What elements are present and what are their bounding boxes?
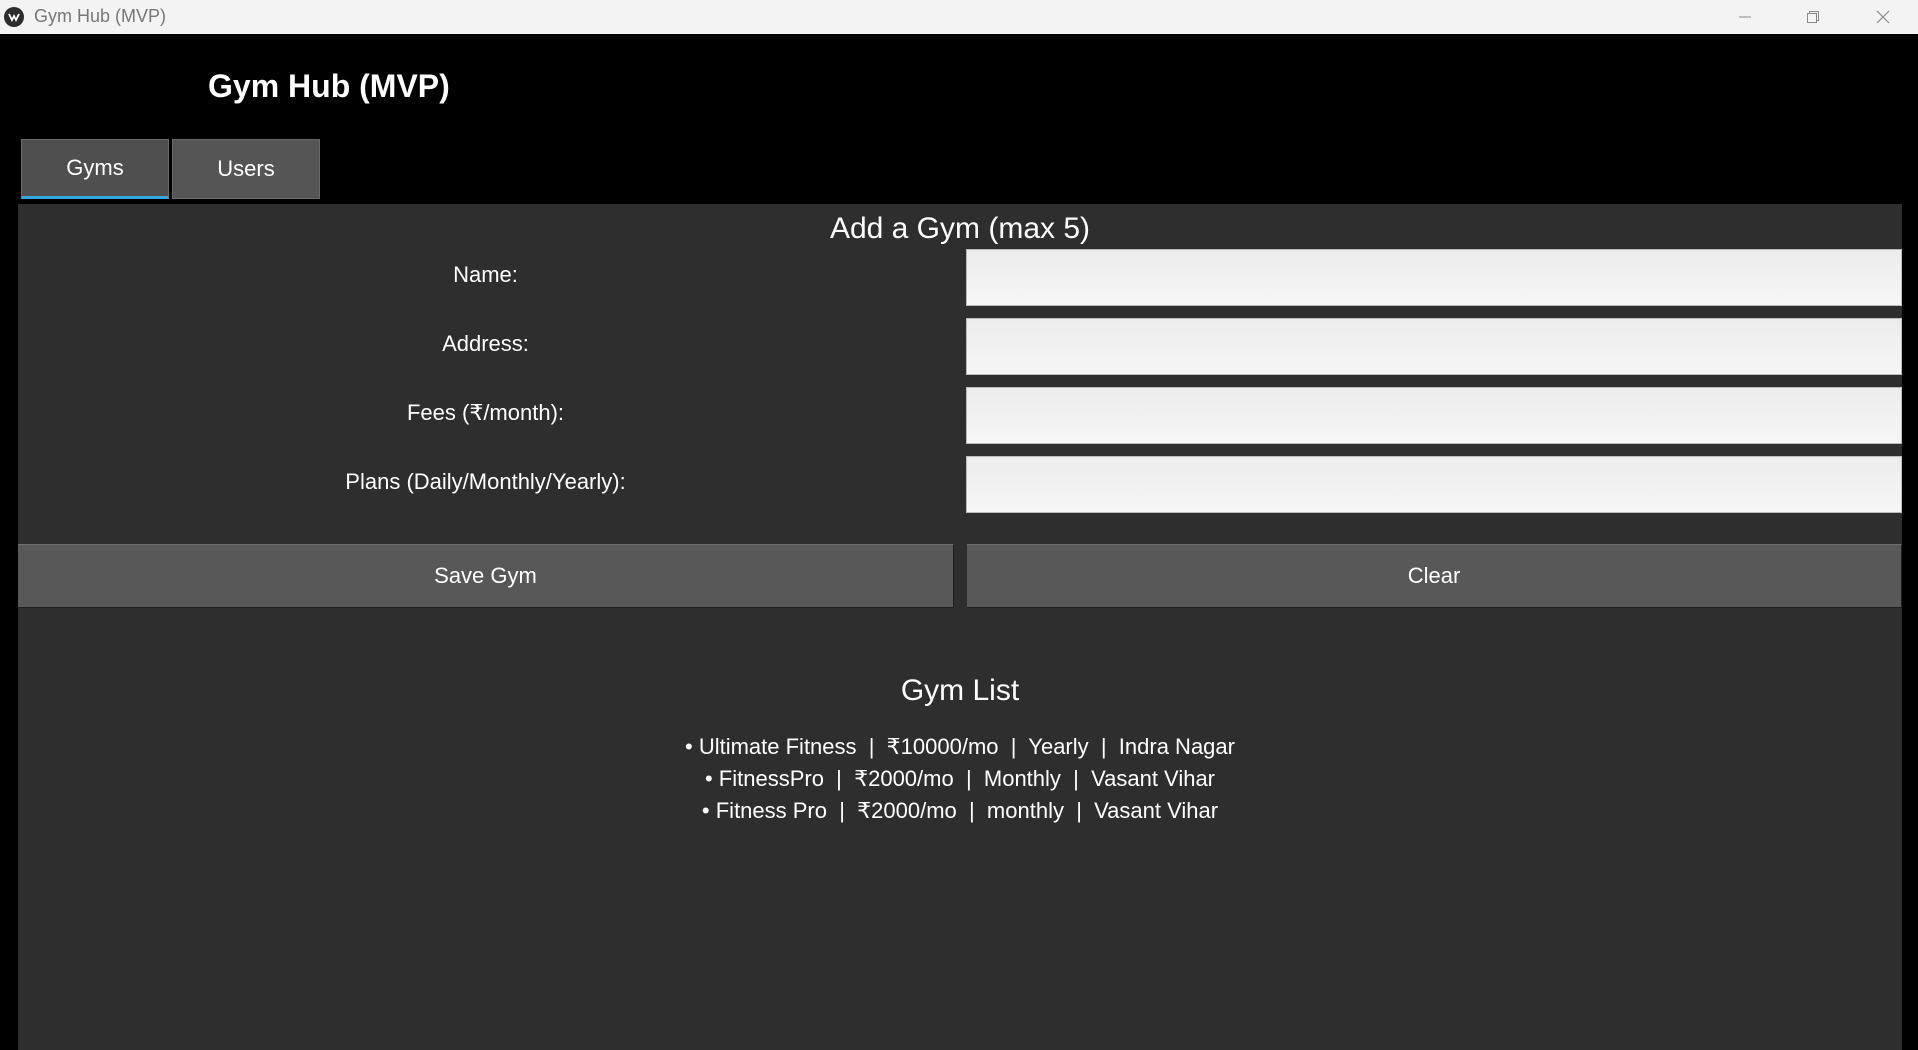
list-item: • Fitness Pro | ₹2000/mo | monthly | Vas…: [701, 798, 1219, 823]
gyms-panel: Add a Gym (max 5) Name: Address: Fees (₹…: [18, 204, 1902, 1050]
app-window: Gym Hub (MVP) Gyms Users Add a Gym (max …: [0, 34, 1918, 1050]
close-button[interactable]: [1848, 0, 1918, 34]
app-title: Gym Hub (MVP): [208, 68, 450, 104]
address-label: Address:: [442, 331, 529, 356]
window-title: Gym Hub (MVP): [34, 6, 167, 26]
plans-label: Plans (Daily/Monthly/Yearly):: [345, 469, 626, 494]
close-icon: [1876, 10, 1890, 24]
tab-gyms[interactable]: Gyms: [21, 139, 169, 199]
restore-icon: [1807, 11, 1819, 23]
list-item: • FitnessPro | ₹2000/mo | Monthly | Vasa…: [704, 766, 1216, 791]
plans-input[interactable]: [966, 456, 1902, 513]
fees-input[interactable]: [966, 387, 1902, 444]
restore-button[interactable]: [1778, 0, 1848, 34]
clear-button[interactable]: Clear: [967, 544, 1902, 608]
name-input[interactable]: [966, 249, 1902, 306]
save-gym-button[interactable]: Save Gym: [18, 544, 954, 608]
app-logo-icon: [4, 7, 24, 27]
fees-label: Fees (₹/month):: [406, 400, 565, 425]
list-item: • Ultimate Fitness | ₹10000/mo | Yearly …: [685, 734, 1235, 759]
gym-list-heading: Gym List: [900, 674, 1020, 707]
tab-users[interactable]: Users: [172, 139, 320, 199]
form-heading: Add a Gym (max 5): [829, 212, 1091, 245]
gym-list: • Ultimate Fitness | ₹10000/mo | Yearly …: [18, 731, 1902, 827]
window-titlebar: Gym Hub (MVP): [0, 0, 1918, 34]
name-label: Name:: [453, 262, 518, 287]
minimize-button[interactable]: [1710, 0, 1780, 34]
minimize-icon: [1739, 16, 1751, 18]
address-input[interactable]: [966, 318, 1902, 375]
